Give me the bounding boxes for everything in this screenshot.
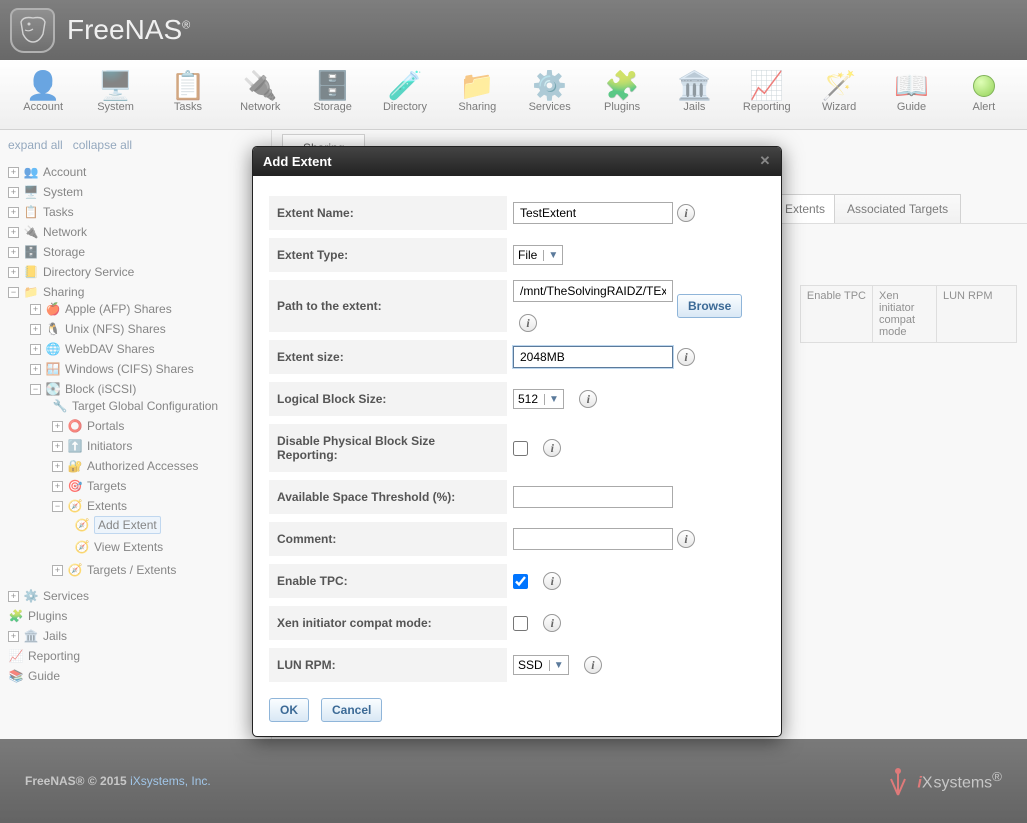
- label-comment: Comment:: [269, 522, 507, 556]
- info-icon[interactable]: i: [677, 348, 695, 366]
- label-rpm: LUN RPM:: [269, 648, 507, 682]
- label-tpc: Enable TPC:: [269, 564, 507, 598]
- label-xen: Xen initiator compat mode:: [269, 606, 507, 640]
- label-path: Path to the extent:: [269, 280, 507, 332]
- info-icon[interactable]: i: [677, 204, 695, 222]
- tpc-checkbox[interactable]: [513, 574, 528, 589]
- info-icon[interactable]: i: [543, 614, 561, 632]
- label-extent-size: Extent size:: [269, 340, 507, 374]
- label-threshold: Available Space Threshold (%):: [269, 480, 507, 514]
- info-icon[interactable]: i: [543, 572, 561, 590]
- extent-name-input[interactable]: [513, 202, 673, 224]
- dialog-close-icon[interactable]: ✕: [757, 153, 773, 169]
- lbs-select[interactable]: 512▼: [513, 389, 564, 409]
- info-icon[interactable]: i: [519, 314, 537, 332]
- comment-input[interactable]: [513, 528, 673, 550]
- path-input[interactable]: [513, 280, 673, 302]
- label-lbs: Logical Block Size:: [269, 382, 507, 416]
- label-extent-name: Extent Name:: [269, 196, 507, 230]
- extent-type-select[interactable]: File▼: [513, 245, 563, 265]
- xen-checkbox[interactable]: [513, 616, 528, 631]
- dialog-title: Add Extent ✕: [253, 147, 781, 176]
- ok-button[interactable]: OK: [269, 698, 309, 722]
- threshold-input[interactable]: [513, 486, 673, 508]
- label-extent-type: Extent Type:: [269, 238, 507, 272]
- info-icon[interactable]: i: [579, 390, 597, 408]
- add-extent-dialog: Add Extent ✕ Extent Name: i Extent Type:…: [252, 146, 782, 737]
- extent-size-input[interactable]: [513, 346, 673, 368]
- label-dpbsr: Disable Physical Block Size Reporting:: [269, 424, 507, 472]
- info-icon[interactable]: i: [677, 530, 695, 548]
- dpbsr-checkbox[interactable]: [513, 441, 528, 456]
- rpm-select[interactable]: SSD▼: [513, 655, 569, 675]
- cancel-button[interactable]: Cancel: [321, 698, 382, 722]
- browse-button[interactable]: Browse: [677, 294, 742, 318]
- info-icon[interactable]: i: [584, 656, 602, 674]
- info-icon[interactable]: i: [543, 439, 561, 457]
